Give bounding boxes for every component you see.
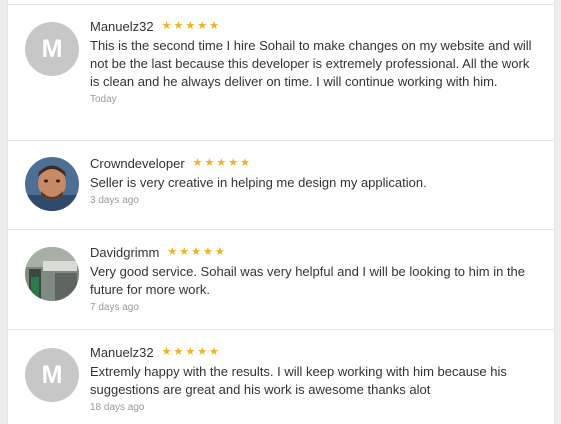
avatar[interactable]: M: [25, 22, 79, 76]
review-text: Seller is very creative in helping me de…: [90, 175, 427, 190]
star-rating: ★ ★ ★ ★ ★: [192, 156, 251, 169]
star-icon: ★: [161, 345, 172, 358]
avatar[interactable]: M: [25, 348, 79, 402]
profile-photo: [25, 247, 79, 301]
star-icon: ★: [167, 245, 178, 258]
star-icon: ★: [191, 245, 201, 258]
star-icon: ★: [240, 156, 251, 169]
reviewer-username[interactable]: Davidgrimm: [90, 245, 159, 260]
star-icon: ★: [209, 19, 219, 32]
star-icon: ★: [185, 345, 196, 358]
review-date: Today: [90, 94, 117, 105]
profile-photo: [25, 157, 79, 211]
star-icon: ★: [161, 19, 172, 32]
review-text: This is the second time I hire Sohail to…: [90, 38, 532, 89]
review-item: Crowndeveloper ★ ★ ★ ★ ★ Seller is very …: [8, 140, 554, 230]
star-icon: ★: [185, 19, 196, 32]
review-text: Very good service. Sohail was very helpf…: [90, 264, 526, 297]
avatar[interactable]: [25, 247, 79, 301]
reviewer-username[interactable]: Manuelz32: [90, 345, 154, 360]
star-icon: ★: [216, 156, 227, 169]
star-icon: ★: [214, 245, 225, 258]
review-date: 18 days ago: [90, 402, 145, 413]
star-icon: ★: [204, 156, 215, 169]
review-text: Extremly happy with the results. I will …: [90, 364, 507, 397]
star-icon: ★: [209, 345, 219, 358]
star-icon: ★: [202, 245, 213, 258]
review-item: M Manuelz32 ★ ★ ★ ★ ★ Extremly happy wit…: [8, 329, 554, 424]
reviews-panel: M Manuelz32 ★ ★ ★ ★ ★ This is the second…: [7, 0, 555, 424]
avatar[interactable]: [25, 157, 79, 211]
star-icon: ★: [173, 19, 184, 32]
star-rating: ★ ★ ★ ★ ★: [161, 19, 219, 32]
reviewer-username[interactable]: Manuelz32: [90, 19, 154, 34]
review-item: Davidgrimm ★ ★ ★ ★ ★ Very good service. …: [8, 229, 554, 330]
star-icon: ★: [192, 156, 203, 169]
star-icon: ★: [179, 245, 190, 258]
review-date: 3 days ago: [90, 195, 139, 206]
star-icon: ★: [197, 345, 208, 358]
star-icon: ★: [197, 19, 208, 32]
review-item: M Manuelz32 ★ ★ ★ ★ ★ This is the second…: [8, 5, 554, 141]
reviewer-username[interactable]: Crowndeveloper: [90, 156, 185, 171]
star-icon: ★: [173, 345, 184, 358]
star-rating: ★ ★ ★ ★ ★: [167, 245, 225, 258]
star-icon: ★: [228, 156, 239, 169]
star-rating: ★ ★ ★ ★ ★: [161, 345, 219, 358]
review-date: 7 days ago: [90, 302, 139, 313]
